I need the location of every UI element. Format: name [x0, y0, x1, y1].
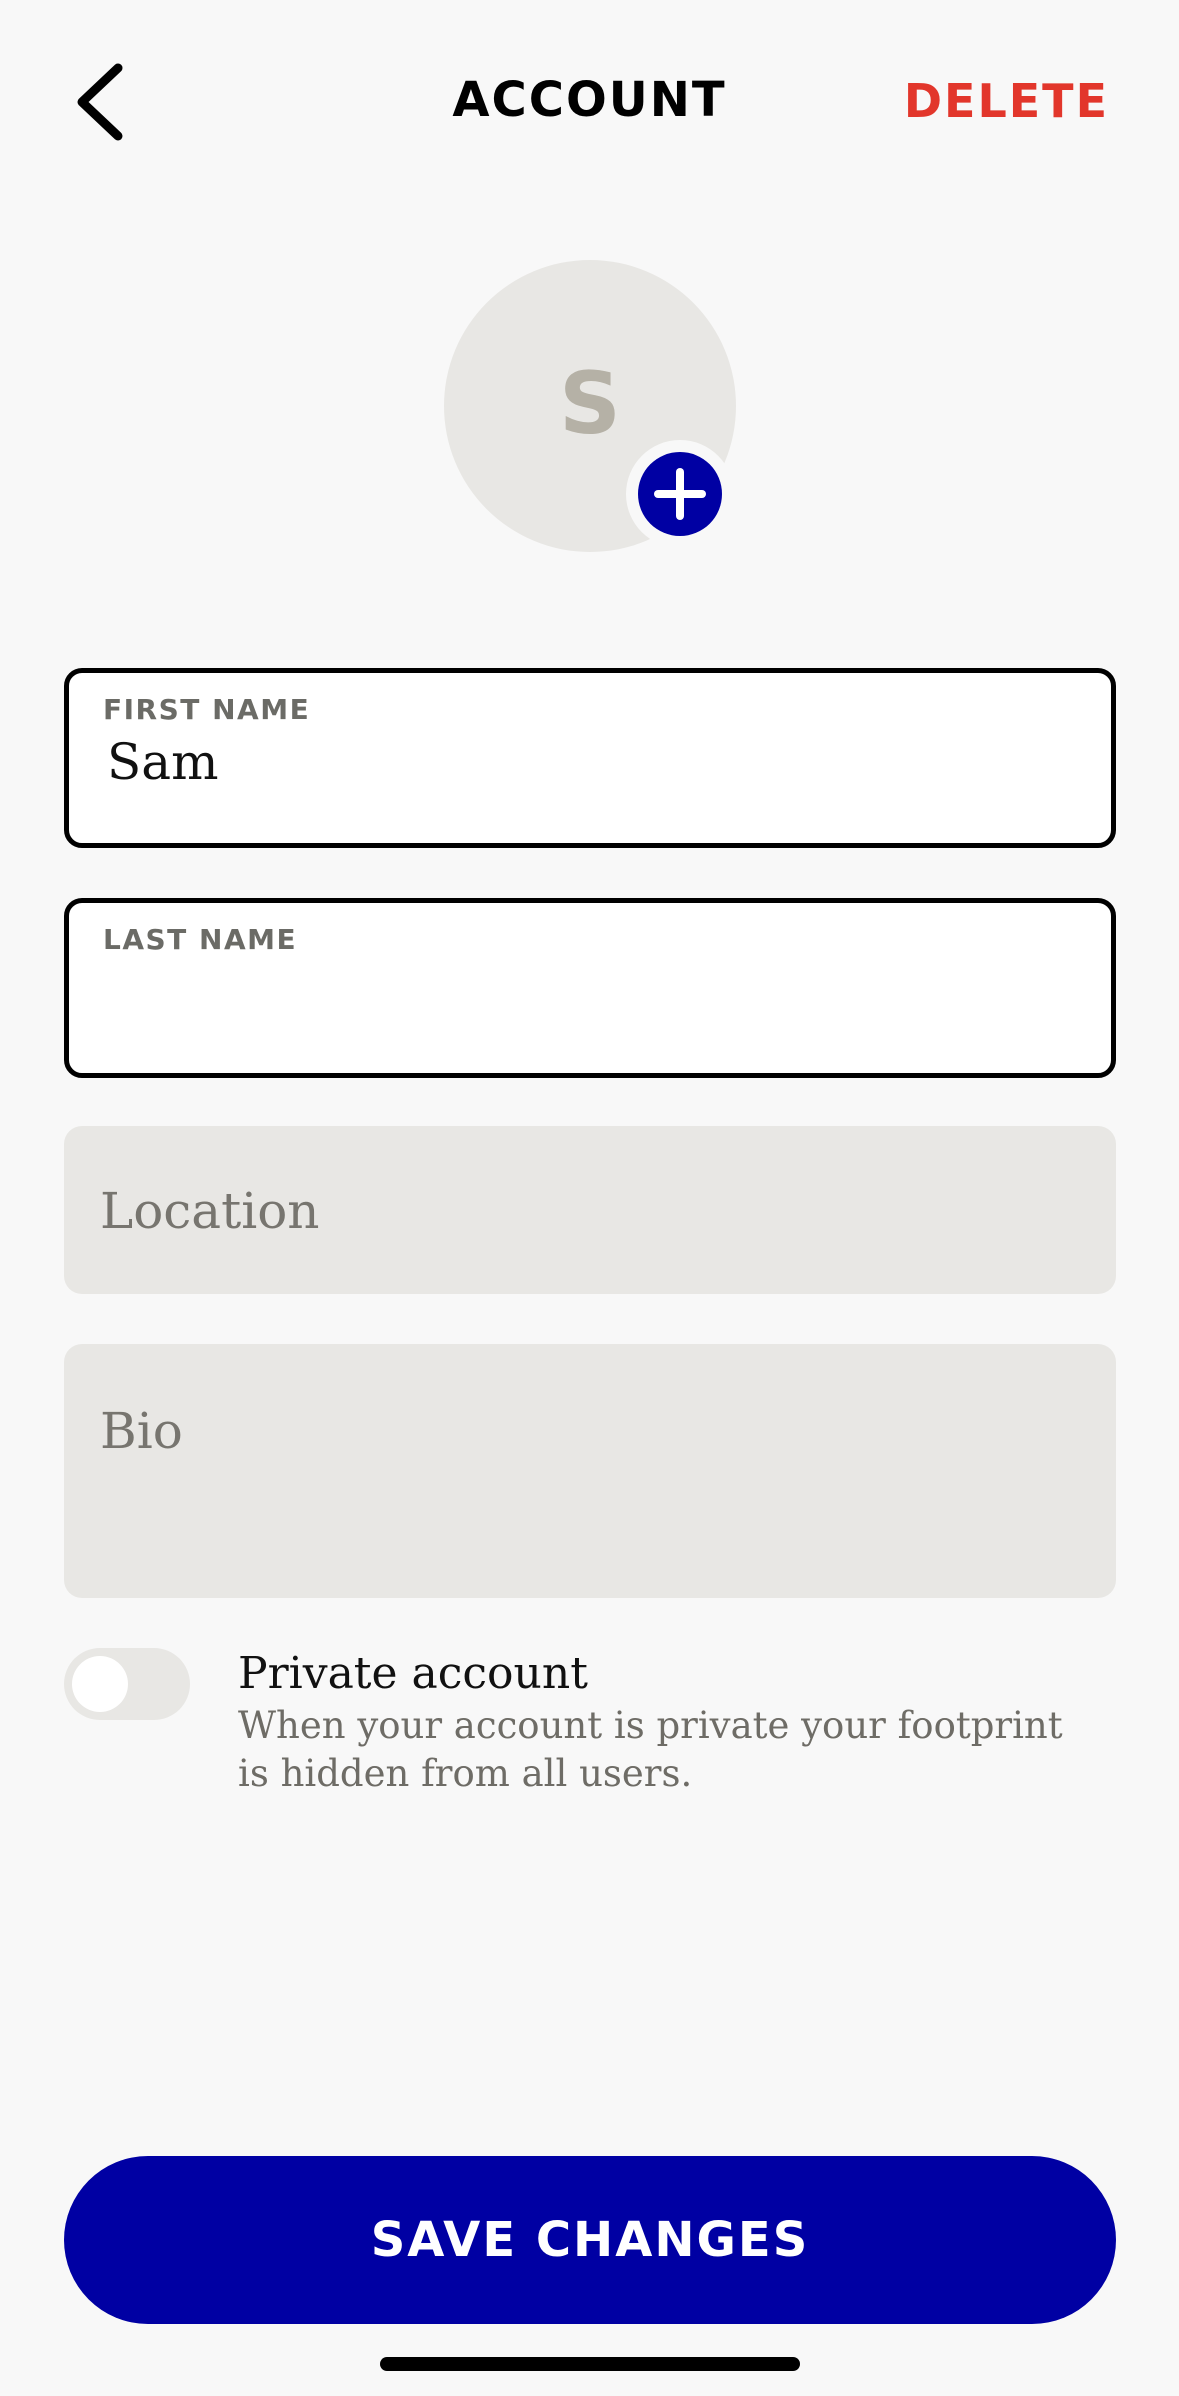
last-name-field[interactable]: LAST NAME	[64, 898, 1116, 1078]
save-changes-button[interactable]: SAVE CHANGES	[64, 2156, 1116, 2324]
private-account-description: When your account is private your footpr…	[238, 1704, 1063, 1795]
plus-icon	[638, 452, 722, 536]
delete-button[interactable]: DELETE	[904, 74, 1109, 128]
home-indicator[interactable]	[380, 2357, 800, 2371]
app-header: ACCOUNT DELETE	[0, 0, 1179, 200]
first-name-field[interactable]: FIRST NAME Sam	[64, 668, 1116, 848]
bio-field[interactable]: Bio	[64, 1344, 1116, 1598]
last-name-label: LAST NAME	[103, 923, 298, 956]
toggle-knob	[72, 1656, 128, 1712]
add-photo-button[interactable]	[626, 440, 734, 548]
location-placeholder: Location	[100, 1182, 320, 1240]
private-account-toggle[interactable]	[64, 1648, 190, 1720]
location-field[interactable]: Location	[64, 1126, 1116, 1294]
bio-placeholder: Bio	[100, 1402, 183, 1460]
first-name-value[interactable]: Sam	[107, 733, 218, 791]
first-name-label: FIRST NAME	[103, 693, 311, 726]
private-account-title: Private account	[238, 1648, 588, 1699]
avatar-initial: S	[559, 354, 621, 454]
